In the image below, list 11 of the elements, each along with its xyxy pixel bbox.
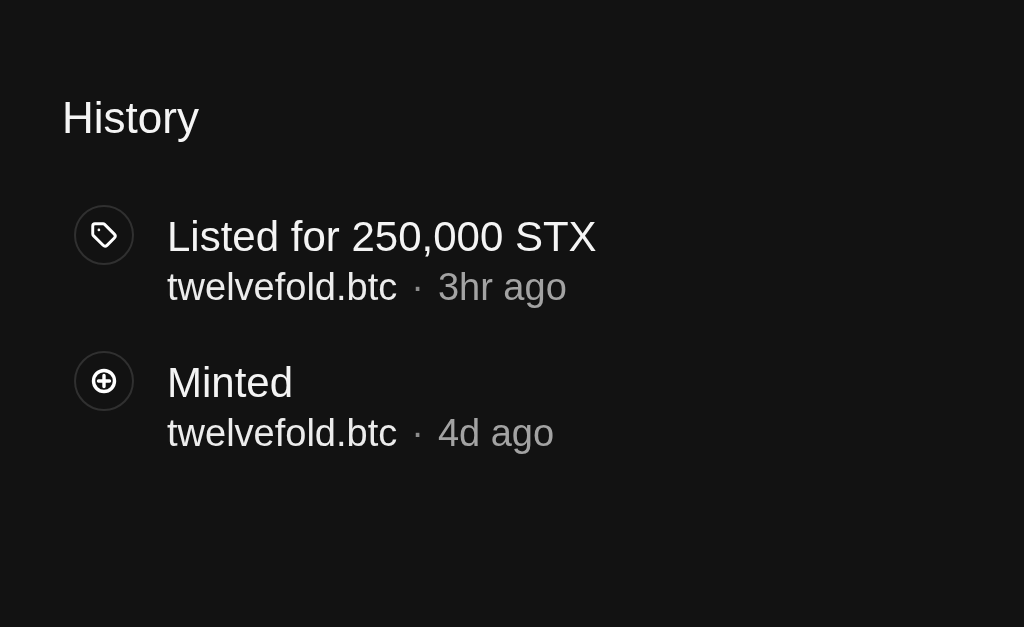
user-name: twelvefold.btc [167, 265, 398, 309]
separator-dot: · [411, 265, 424, 309]
user-name: twelvefold.btc [167, 411, 398, 455]
plus-circle-icon [74, 351, 134, 411]
section-title: History [62, 93, 199, 143]
timestamp: 3hr ago [437, 265, 567, 309]
event-title: Listed for 250,000 STX [167, 212, 597, 262]
separator-dot: · [411, 411, 424, 455]
timestamp: 4d ago [437, 411, 555, 455]
tag-icon [74, 205, 134, 265]
event-title: Minted [167, 358, 294, 408]
